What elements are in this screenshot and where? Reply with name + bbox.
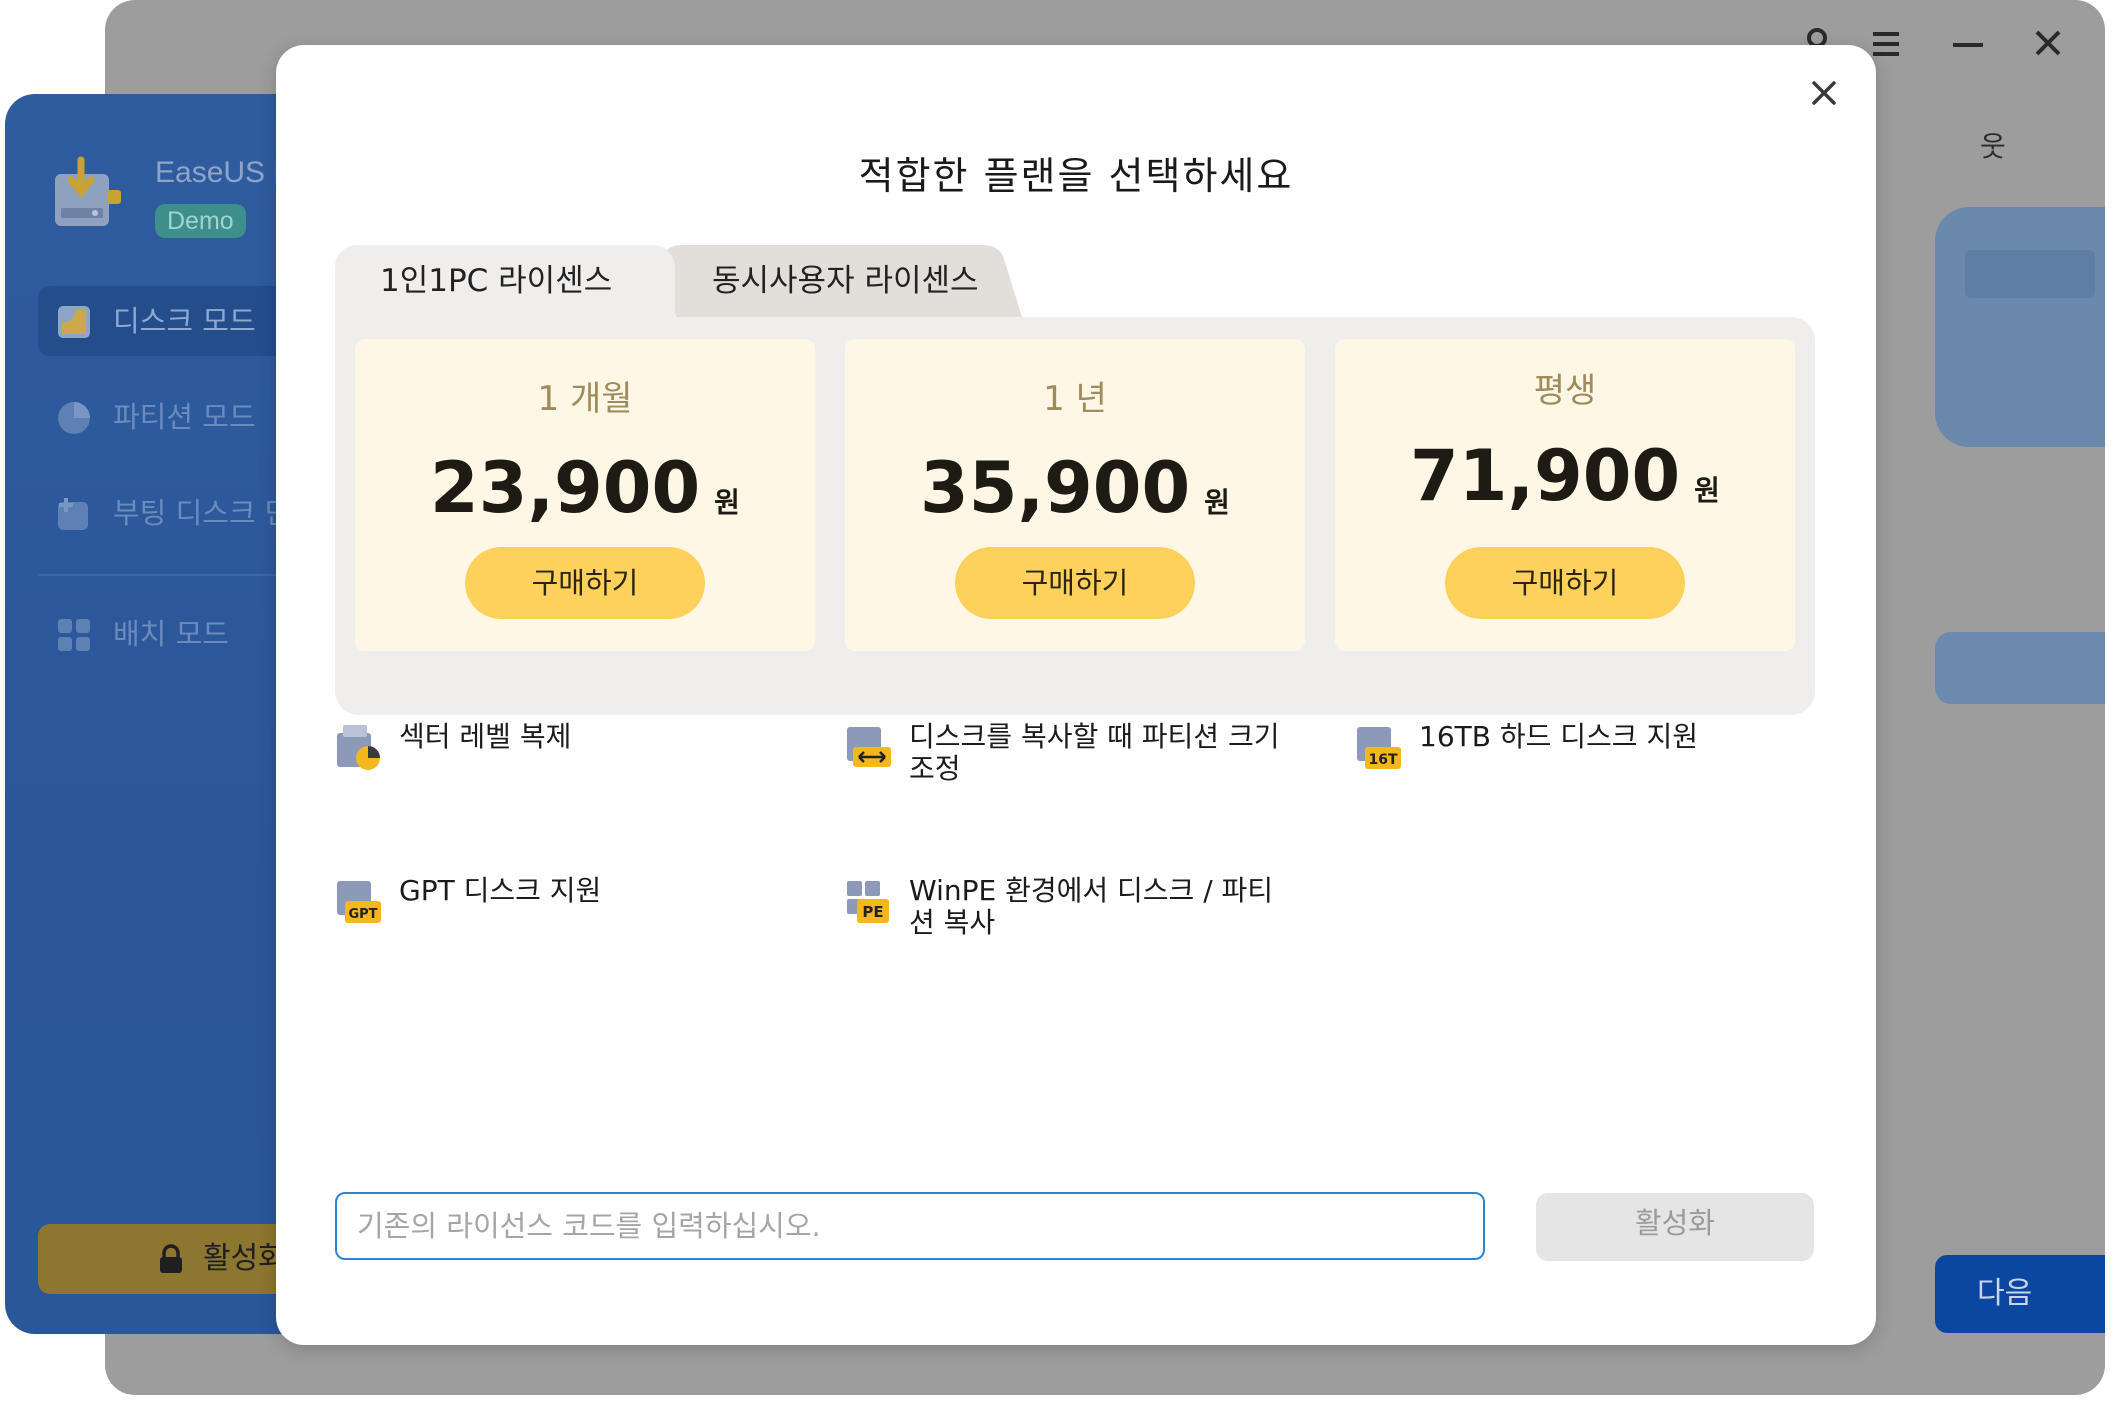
activate-button[interactable]: 활성화	[1536, 1193, 1814, 1261]
feature-text: 디스크를 복사할 때 파티션 크기 조정	[909, 720, 1280, 785]
partial-header-text: 웃	[1980, 130, 2006, 163]
demo-badge: Demo	[155, 204, 246, 238]
plan-price-row: 35,900 원	[845, 447, 1305, 529]
feature-icon-label: GPT	[348, 907, 377, 922]
plan-price: 23,900	[430, 447, 701, 529]
buy-button-yearly[interactable]: 구매하기	[955, 547, 1195, 619]
tab-concurrent-license[interactable]: 동시사용자 라이센스	[662, 245, 1022, 317]
sidebar-activate-label: 활성화	[203, 1241, 286, 1276]
plan-card-yearly: 1 년 35,900 원 구매하기	[845, 339, 1305, 651]
app-logo-icon	[49, 154, 127, 232]
feature-icon-label: PE	[862, 903, 883, 921]
window-close-icon[interactable]	[2027, 22, 2071, 66]
buy-button-lifetime[interactable]: 구매하기	[1445, 547, 1685, 619]
plan-price-row: 71,900 원	[1335, 435, 1795, 517]
background-bar	[1935, 632, 2105, 704]
plan-price-row: 23,900 원	[355, 447, 815, 529]
plan-card-monthly: 1 개월 23,900 원 구매하기	[355, 339, 815, 651]
plan-price: 35,900	[920, 447, 1191, 529]
16tb-disk-icon: 16T	[1357, 727, 1401, 769]
plan-currency: 원	[714, 486, 740, 519]
plan-currency: 원	[1694, 474, 1720, 507]
tab-single-pc-license[interactable]: 1인1PC 라이센스	[335, 245, 675, 317]
license-code-input[interactable]	[335, 1192, 1485, 1260]
feature-icon-label: 16T	[1368, 752, 1397, 768]
feature-text: WinPE 환경에서 디스크 / 파티션 복사	[909, 874, 1274, 939]
plan-card-lifetime: 평생 71,900 원 구매하기	[1335, 339, 1795, 651]
resize-partition-icon	[847, 727, 891, 767]
plan-selection-dialog: 적합한 플랜을 선택하세요 동시사용자 라이센스 1인1PC 라이센스 1 개월…	[276, 45, 1876, 1345]
plan-price: 71,900	[1410, 435, 1681, 517]
plan-period: 1 년	[1043, 379, 1107, 419]
feature-text: GPT 디스크 지원	[399, 874, 602, 907]
sidebar-item-label: 파티션 모드	[113, 400, 256, 434]
dialog-title: 적합한 플랜을 선택하세요	[858, 154, 1294, 198]
batch-mode-icon	[58, 619, 90, 651]
feature-text: 섹터 레벨 복제	[399, 720, 572, 753]
tab-label: 동시사용자 라이센스	[712, 263, 979, 299]
sidebar-item-label: 배치 모드	[113, 617, 229, 651]
background-card	[1935, 207, 2105, 447]
plans-panel: 1 개월 23,900 원 구매하기 1 년 35,900 원 구매하기 평생 71…	[335, 317, 1815, 715]
plan-period: 평생	[1533, 371, 1597, 411]
minimize-icon[interactable]	[1947, 22, 1991, 66]
disk-mode-icon	[58, 306, 90, 338]
tab-label: 1인1PC 라이센스	[380, 263, 613, 299]
winpe-icon: PE	[847, 881, 889, 923]
feature-text: 16TB 하드 디스크 지원	[1419, 720, 1698, 753]
sector-clone-icon	[337, 725, 380, 770]
sidebar-item-label: 부팅 디스크 만	[113, 496, 292, 530]
next-button[interactable]: 다음	[1935, 1255, 2105, 1333]
gpt-disk-icon: GPT	[337, 881, 381, 923]
close-icon[interactable]	[1806, 75, 1842, 111]
sidebar-item-label: 디스크 모드	[113, 304, 256, 338]
plan-currency: 원	[1204, 486, 1230, 519]
app-name: EaseUS D	[155, 156, 296, 189]
plan-period: 1 개월	[537, 379, 633, 419]
partition-mode-icon	[58, 402, 90, 434]
boot-disk-icon	[58, 498, 88, 530]
buy-button-monthly[interactable]: 구매하기	[465, 547, 705, 619]
background-card-field	[1965, 250, 2095, 298]
lock-icon	[160, 1244, 182, 1273]
